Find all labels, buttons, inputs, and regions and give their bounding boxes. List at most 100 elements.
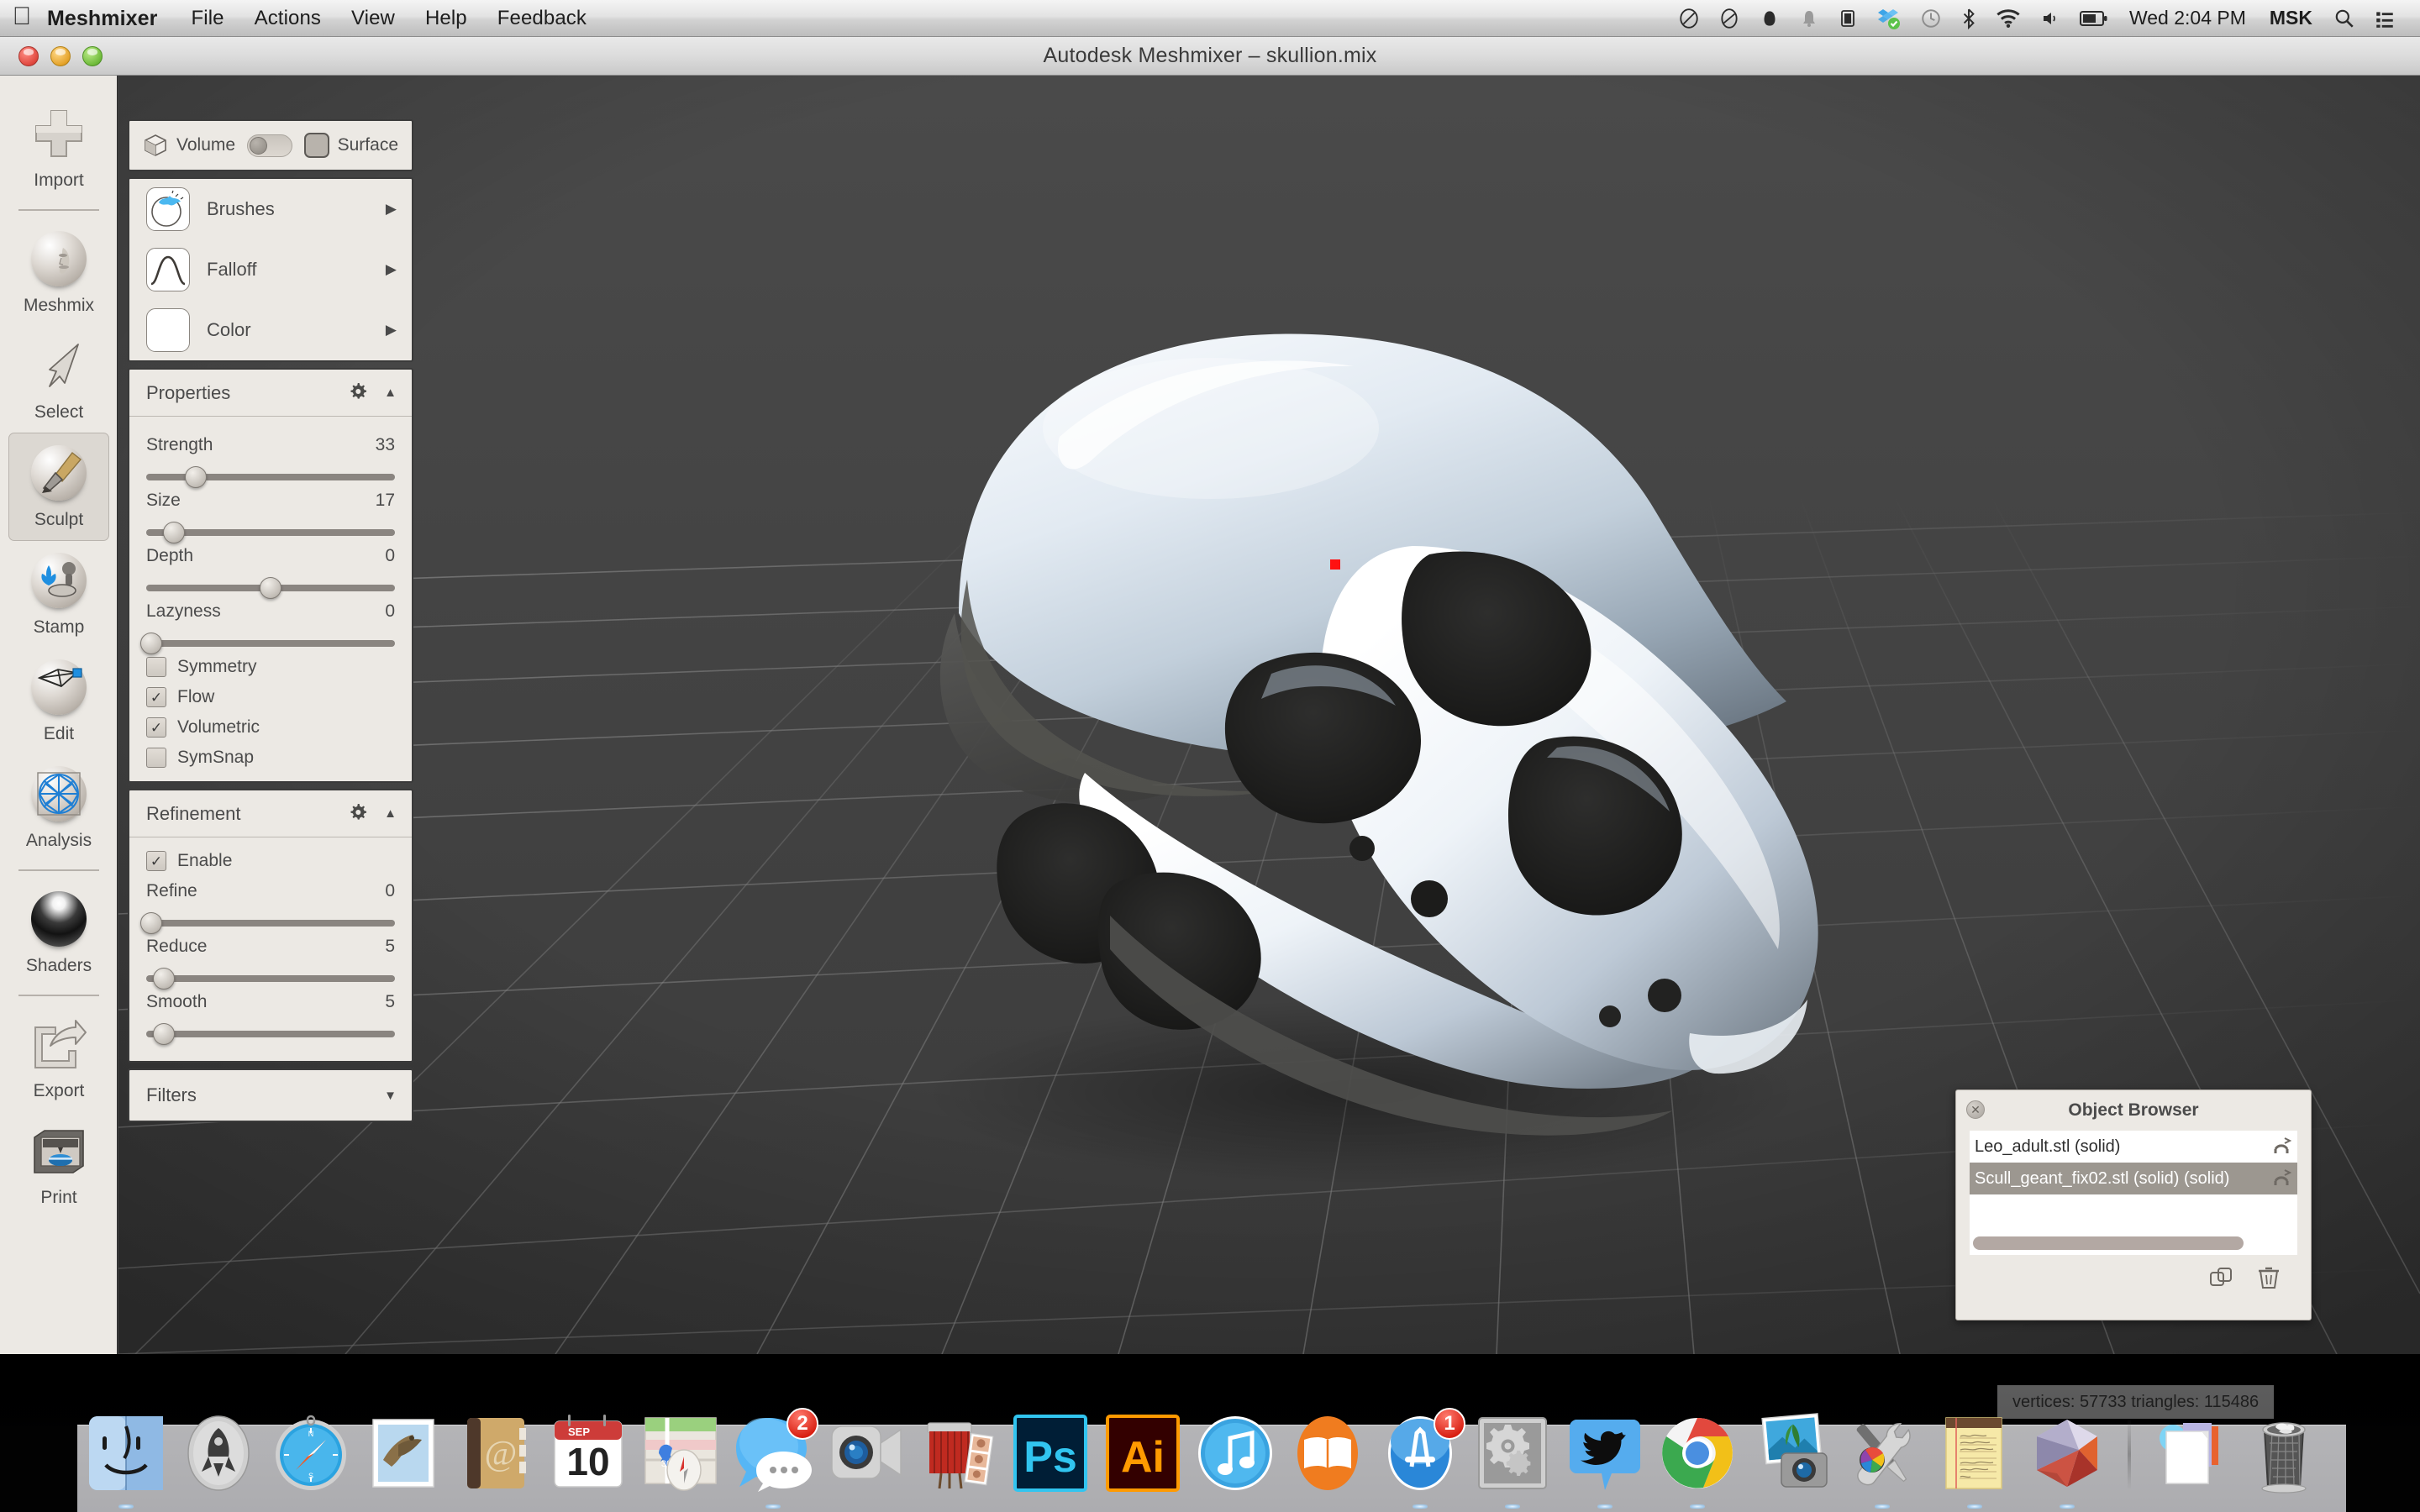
list-icon[interactable] <box>2365 0 2405 37</box>
row-color[interactable]: Color ▶ <box>129 300 412 360</box>
tool-import[interactable]: Import <box>0 94 118 201</box>
checkbox-row-symsnap[interactable]: SymSnap <box>146 748 395 768</box>
list-item[interactable]: Scull_geant_fix02.stl (solid) (solid) <box>1970 1163 2297 1194</box>
dock-item-app-store[interactable]: 1 <box>1378 1408 1465 1509</box>
refinement-header[interactable]: Refinement ▲ <box>129 790 412 837</box>
slider-knob[interactable] <box>139 912 162 934</box>
dock-item-maps[interactable]: 30 <box>639 1411 723 1495</box>
checkbox-row-volumetric[interactable]: ✓ Volumetric <box>146 717 395 738</box>
dock-item-calendar[interactable]: SEP 10 <box>546 1411 630 1495</box>
tool-print[interactable]: Print <box>0 1111 118 1218</box>
apple-logo-icon[interactable]:  <box>0 3 44 33</box>
flow-checkbox[interactable]: ✓ <box>146 687 166 707</box>
duplicate-icon[interactable] <box>2208 1265 2233 1292</box>
dock-item-facetime[interactable] <box>823 1411 908 1495</box>
symmetry-checkbox[interactable] <box>146 657 166 677</box>
tool-shaders[interactable]: Shaders <box>0 879 118 986</box>
list-item[interactable]: Leo_adult.stl (solid) <box>1970 1131 2297 1163</box>
dock-item-contacts[interactable]: @ <box>454 1411 538 1495</box>
wifi-icon[interactable] <box>1986 0 2030 37</box>
slider-knob[interactable] <box>162 522 185 543</box>
menu-feedback[interactable]: Feedback <box>482 0 602 37</box>
dock-item-mail[interactable] <box>361 1411 445 1495</box>
tool-export[interactable]: Export <box>0 1005 118 1111</box>
volume-icon[interactable] <box>2030 0 2070 37</box>
close-icon[interactable]: ✕ <box>1966 1100 1985 1119</box>
slider-knob[interactable] <box>139 633 162 654</box>
slider-knob[interactable] <box>185 466 208 488</box>
close-button[interactable] <box>18 45 39 66</box>
row-falloff[interactable]: Falloff ▶ <box>129 239 412 300</box>
menu-view[interactable]: View <box>336 0 410 37</box>
tool-edit[interactable]: Edit <box>0 648 118 754</box>
dock-item-documents-stack[interactable] <box>2149 1411 2233 1495</box>
falloff-curve-icon[interactable] <box>146 248 190 291</box>
do-not-disturb-icon[interactable] <box>1669 0 1709 37</box>
battery-icon[interactable] <box>2070 0 2118 37</box>
refine-slider[interactable] <box>139 912 395 934</box>
tool-stamp[interactable]: Stamp <box>0 541 118 648</box>
slider-knob[interactable] <box>152 968 175 990</box>
dock-item-ibooks[interactable] <box>1286 1411 1370 1495</box>
enable-checkbox[interactable]: ✓ <box>146 851 166 871</box>
object-browser-panel[interactable]: ✕ Object Browser Leo_adult.stl (solid) S… <box>1955 1089 2312 1320</box>
dock-item-messages[interactable]: 2 <box>731 1408 818 1509</box>
search-icon[interactable] <box>2324 0 2365 37</box>
reduce-slider[interactable] <box>146 968 395 990</box>
object-list[interactable]: Leo_adult.stl (solid) Scull_geant_fix02.… <box>1970 1131 2297 1255</box>
size-slider[interactable] <box>146 522 395 543</box>
input-source-indicator[interactable]: MSK <box>2258 7 2324 29</box>
menu-help[interactable]: Help <box>410 0 482 37</box>
filters-header[interactable]: Filters ▼ <box>129 1070 412 1121</box>
bluetooth-icon[interactable] <box>1951 0 1986 37</box>
tool-sculpt[interactable]: Sculpt <box>8 433 109 541</box>
bell-icon[interactable] <box>1790 0 1828 37</box>
gear-icon[interactable] <box>349 381 367 405</box>
dock-item-iphoto[interactable] <box>1748 1411 1832 1495</box>
triangle-up-icon[interactable]: ▲ <box>384 386 397 400</box>
window-title-bar[interactable]: Autodesk Meshmixer – skullion.mix <box>0 37 2420 76</box>
dropbox-sync-icon[interactable] <box>1867 0 1911 37</box>
chevron-right-icon[interactable]: ▶ <box>386 322 397 339</box>
dock-item-notes[interactable] <box>1933 1411 2017 1509</box>
checkbox-row-enable[interactable]: ✓ Enable <box>146 851 395 871</box>
dock-item-photoshop[interactable]: Ps <box>1008 1411 1092 1495</box>
tool-select[interactable]: Select <box>0 326 118 433</box>
smooth-slider[interactable] <box>146 1023 395 1045</box>
dock-item-safari[interactable]: N S <box>269 1411 353 1495</box>
volume-surface-toggle[interactable] <box>247 134 292 157</box>
menu-app-name[interactable]: Meshmixer <box>44 0 176 37</box>
slider-knob[interactable] <box>152 1023 175 1045</box>
dock-item-photo-booth[interactable] <box>916 1411 1000 1495</box>
gear-icon[interactable] <box>349 802 367 826</box>
dock-item-finder[interactable] <box>84 1411 168 1509</box>
trash-icon[interactable] <box>2257 1265 2282 1292</box>
menu-file[interactable]: File <box>176 0 239 37</box>
menu-clock[interactable]: Wed 2:04 PM <box>2118 7 2258 29</box>
display-mirror-icon[interactable] <box>1828 0 1867 37</box>
dock-item-itunes[interactable] <box>1193 1411 1277 1495</box>
dock-item-illustrator[interactable]: Ai <box>1101 1411 1185 1495</box>
filters-section[interactable]: Filters ▼ <box>128 1068 413 1122</box>
triangle-down-icon[interactable]: ▼ <box>384 1089 397 1103</box>
dock-item-twitter[interactable] <box>1563 1411 1647 1509</box>
time-machine-icon[interactable] <box>1911 0 1951 37</box>
tool-analysis[interactable]: Analysis <box>0 754 118 861</box>
brush-preview-icon[interactable] <box>146 187 190 231</box>
chevron-right-icon[interactable]: ▶ <box>386 261 397 278</box>
cloud-slash-icon[interactable] <box>1709 0 1749 37</box>
volumetric-checkbox[interactable]: ✓ <box>146 717 166 738</box>
dock-item-chrome[interactable] <box>1655 1411 1739 1509</box>
symsnap-checkbox[interactable] <box>146 748 166 768</box>
minimize-button[interactable] <box>50 45 71 66</box>
dock-item-trash[interactable] <box>2242 1411 2326 1495</box>
lazyness-slider[interactable] <box>139 633 395 654</box>
checkbox-row-symmetry[interactable]: Symmetry <box>146 657 395 677</box>
row-brushes[interactable]: Brushes ▶ <box>129 179 412 239</box>
dropbox-dark-icon[interactable] <box>1749 0 1790 37</box>
dock-item-system-preferences[interactable] <box>1470 1411 1555 1509</box>
color-swatch-icon[interactable] <box>146 308 190 352</box>
magnet-icon[interactable] <box>2270 1168 2294 1189</box>
slider-knob[interactable] <box>260 577 281 599</box>
zoom-button[interactable] <box>82 45 103 66</box>
